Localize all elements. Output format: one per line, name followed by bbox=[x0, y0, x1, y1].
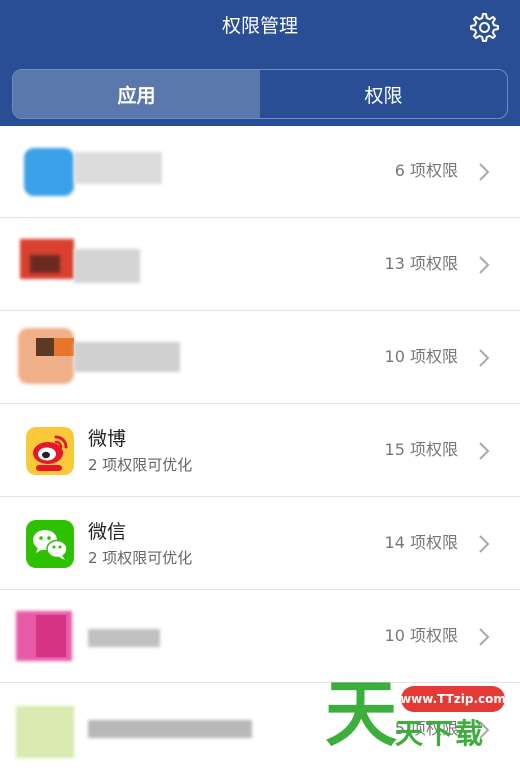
watermark-text: 天下载 bbox=[395, 717, 486, 750]
list-item[interactable]: 6 项权限 bbox=[0, 126, 520, 218]
tab-permissions[interactable]: 权限 bbox=[260, 70, 507, 118]
app-name: 微博 bbox=[88, 428, 127, 450]
watermark-big-char: 天 bbox=[325, 672, 398, 756]
wechat-icon bbox=[26, 520, 74, 568]
list-item[interactable]: 10 项权限 bbox=[0, 312, 520, 404]
redacted-name bbox=[88, 720, 252, 738]
chevron-right-icon bbox=[479, 163, 490, 181]
app-header: 权限管理 应用 权限 bbox=[0, 0, 520, 130]
watermark-logo: 天 www.TTzip.com 天下载 bbox=[325, 672, 520, 768]
chevron-right-icon bbox=[479, 442, 490, 460]
chevron-right-icon bbox=[479, 628, 490, 646]
app-icon-blurred bbox=[18, 328, 74, 384]
permission-count: 13 项权限 bbox=[384, 254, 458, 273]
app-subtitle: 2 项权限可优化 bbox=[88, 549, 193, 567]
list-item-wechat[interactable]: 微信 2 项权限可优化 14 项权限 bbox=[0, 498, 520, 590]
page-title: 权限管理 bbox=[221, 15, 298, 37]
app-subtitle: 2 项权限可优化 bbox=[88, 456, 193, 474]
tab-apps[interactable]: 应用 bbox=[13, 70, 260, 118]
app-name: 微信 bbox=[88, 521, 127, 543]
permission-count: 15 项权限 bbox=[384, 440, 458, 459]
chevron-right-icon bbox=[479, 256, 490, 274]
redacted-name bbox=[74, 342, 180, 372]
app-icon-blurred bbox=[24, 148, 74, 196]
weibo-icon bbox=[26, 427, 74, 475]
permission-count: 10 项权限 bbox=[384, 626, 458, 645]
app-icon-blurred bbox=[16, 706, 74, 758]
list-item-weibo[interactable]: 微博 2 项权限可优化 15 项权限 bbox=[0, 405, 520, 497]
gear-icon[interactable] bbox=[466, 10, 500, 44]
list-item[interactable]: 13 项权限 bbox=[0, 219, 520, 311]
redacted-name bbox=[74, 249, 140, 283]
tab-switcher: 应用 权限 bbox=[12, 69, 508, 119]
redacted-name bbox=[88, 629, 160, 647]
chevron-right-icon bbox=[479, 349, 490, 367]
chevron-right-icon bbox=[479, 535, 490, 553]
watermark-url: www.TTzip.com bbox=[400, 686, 506, 712]
list-item[interactable]: 10 项权限 bbox=[0, 591, 520, 683]
redacted-name bbox=[74, 152, 162, 184]
permission-count: 6 项权限 bbox=[394, 161, 458, 180]
permission-count: 14 项权限 bbox=[384, 533, 458, 552]
permission-count: 10 项权限 bbox=[384, 347, 458, 366]
